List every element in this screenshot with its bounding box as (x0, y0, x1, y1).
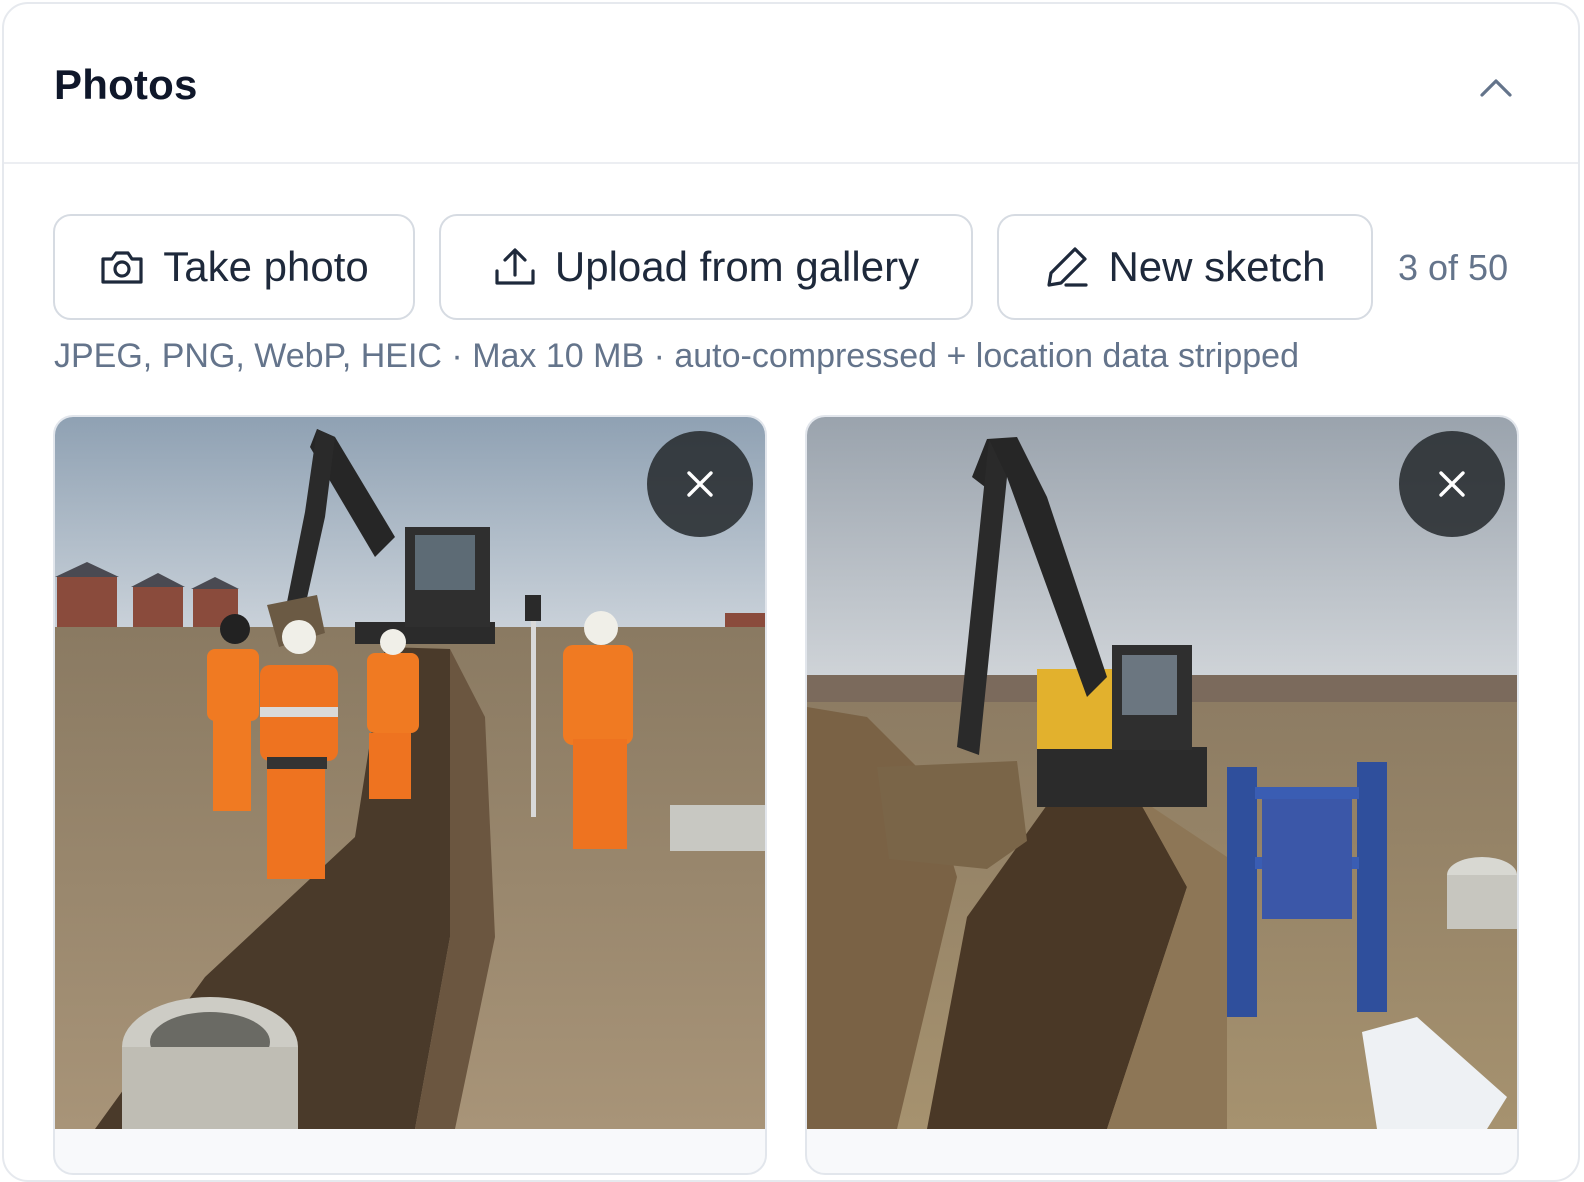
remove-photo-button[interactable] (1399, 431, 1505, 537)
chevron-up-icon (1480, 79, 1512, 97)
new-sketch-button[interactable]: New sketch (997, 214, 1373, 320)
upload-icon (493, 245, 537, 289)
upload-hint: JPEG, PNG, WebP, HEIC · Max 10 MB · auto… (54, 337, 1300, 375)
site-photo-image (807, 417, 1517, 1129)
photo-count: 3 of 50 (1398, 247, 1509, 288)
pencil-icon (1044, 244, 1090, 290)
close-icon (687, 471, 713, 497)
new-sketch-label: New sketch (1108, 243, 1326, 290)
camera-icon (99, 247, 145, 287)
take-photo-label: Take photo (163, 243, 369, 290)
photo-thumbnail[interactable] (805, 415, 1519, 1175)
photo-thumbnail[interactable] (53, 415, 767, 1175)
site-photo-image (55, 417, 765, 1129)
panel-title: Photos (54, 61, 198, 108)
remove-photo-button[interactable] (647, 431, 753, 537)
collapse-button[interactable] (1466, 60, 1526, 114)
close-icon (1439, 471, 1465, 497)
photos-panel: Photos Take photo Upload from gallery Ne… (2, 2, 1580, 1182)
take-photo-button[interactable]: Take photo (53, 214, 415, 320)
upload-from-gallery-button[interactable]: Upload from gallery (439, 214, 973, 320)
upload-label: Upload from gallery (554, 243, 920, 290)
panel-header: Photos (4, 4, 1578, 164)
